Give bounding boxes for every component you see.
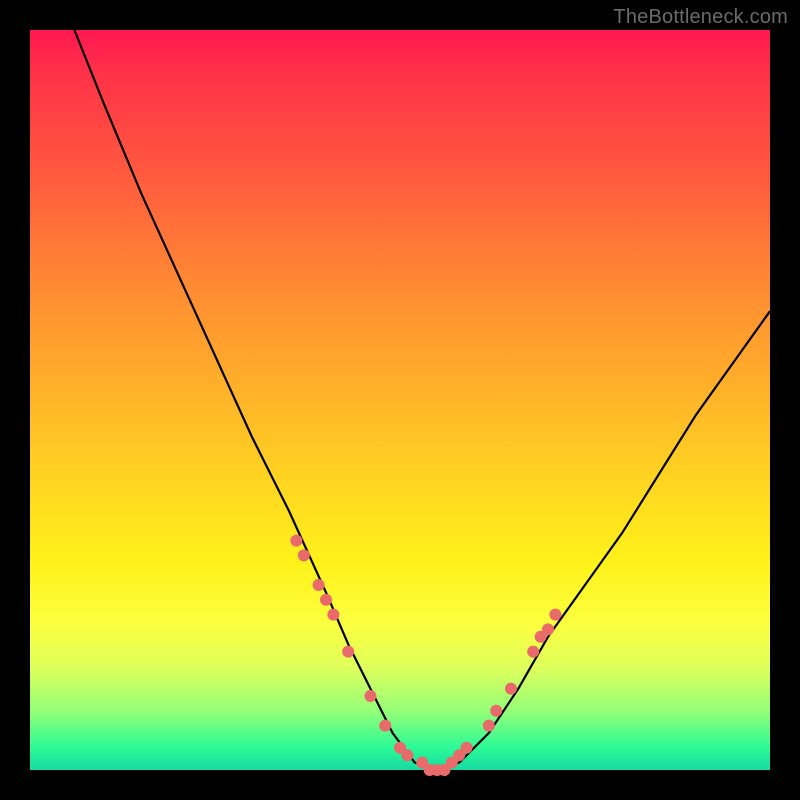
sample-point [379, 720, 391, 732]
sample-point [461, 742, 473, 754]
sample-point [313, 579, 325, 591]
sample-point-markers [290, 535, 561, 776]
sample-point [327, 609, 339, 621]
sample-point [505, 683, 517, 695]
sample-point [527, 646, 539, 658]
sample-point [290, 535, 302, 547]
sample-point [298, 549, 310, 561]
sample-point [542, 623, 554, 635]
chart-frame: TheBottleneck.com [0, 0, 800, 800]
sample-point [549, 609, 561, 621]
watermark-text: TheBottleneck.com [613, 6, 788, 29]
sample-point [401, 749, 413, 761]
sample-point [342, 646, 354, 658]
plot-area [30, 30, 770, 770]
bottleneck-curve [74, 30, 770, 770]
sample-point [490, 705, 502, 717]
sample-point [320, 594, 332, 606]
curve-svg [30, 30, 770, 770]
sample-point [483, 720, 495, 732]
sample-point [364, 690, 376, 702]
